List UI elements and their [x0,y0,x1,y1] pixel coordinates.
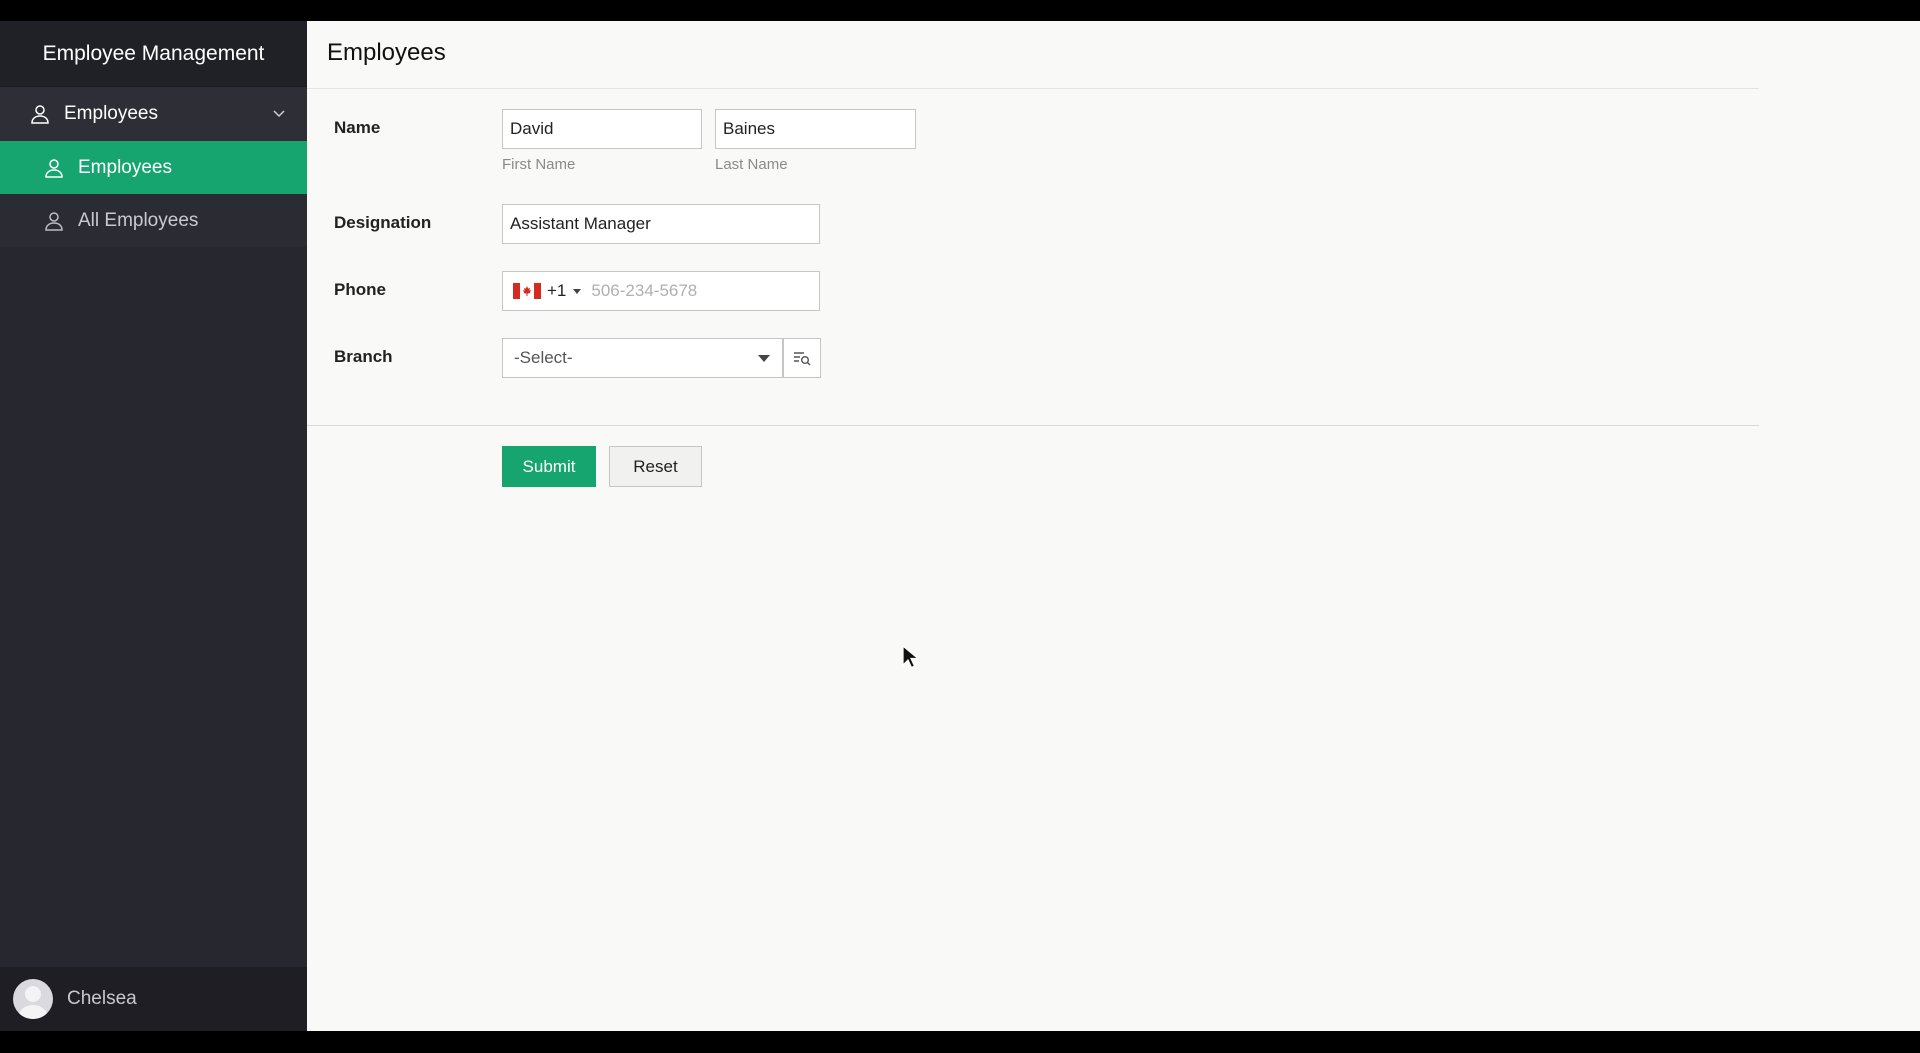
user-icon [30,104,50,124]
phone-label: Phone [334,280,386,299]
sidebar-group-label: Employees [64,103,158,124]
branch-select[interactable]: -Select- [502,338,783,378]
divider [307,425,1759,426]
reset-button[interactable]: Reset [609,446,702,487]
branch-selected-value: -Select- [514,348,573,367]
main-content: Employees Name First Name Last Name Desi… [307,21,1920,1031]
sidebar-group-employees[interactable]: Employees [0,87,307,141]
phone-field: +1 [502,271,820,311]
branch-label: Branch [334,347,393,366]
sidebar-item-all-employees[interactable]: All Employees [0,194,307,247]
name-label: Name [334,118,381,137]
designation-label: Designation [334,213,432,232]
mouse-cursor-icon [902,645,918,669]
caret-down-icon [758,355,770,362]
user-icon [44,211,64,231]
page-title: Employees [327,39,446,66]
designation-input[interactable] [502,204,820,244]
sidebar-item-label: Employees [78,156,172,178]
app-window: Employee Management Employees Employees … [0,21,1920,1031]
sidebar-item-label: All Employees [78,209,199,231]
submit-button[interactable]: Submit [502,446,596,487]
phone-input[interactable] [591,281,819,301]
divider [307,88,1759,89]
first-name-input[interactable] [502,109,702,149]
last-name-input[interactable] [715,109,916,149]
country-code-select[interactable]: +1 [503,281,582,301]
user-profile[interactable]: Chelsea [0,967,307,1031]
sidebar: Employee Management Employees Employees … [0,21,307,1031]
caret-down-icon [573,288,582,294]
lookup-search-icon [794,352,811,366]
chevron-down-icon[interactable] [271,105,287,121]
user-icon [44,158,64,178]
app-title: Employee Management [0,21,307,87]
sidebar-item-employees[interactable]: Employees [0,141,307,194]
last-name-sublabel: Last Name [715,156,788,173]
avatar [13,979,53,1019]
first-name-sublabel: First Name [502,156,576,173]
user-name: Chelsea [67,988,137,1009]
country-code: +1 [547,281,567,300]
branch-lookup-button[interactable] [783,338,821,378]
canada-flag-icon [513,283,541,299]
